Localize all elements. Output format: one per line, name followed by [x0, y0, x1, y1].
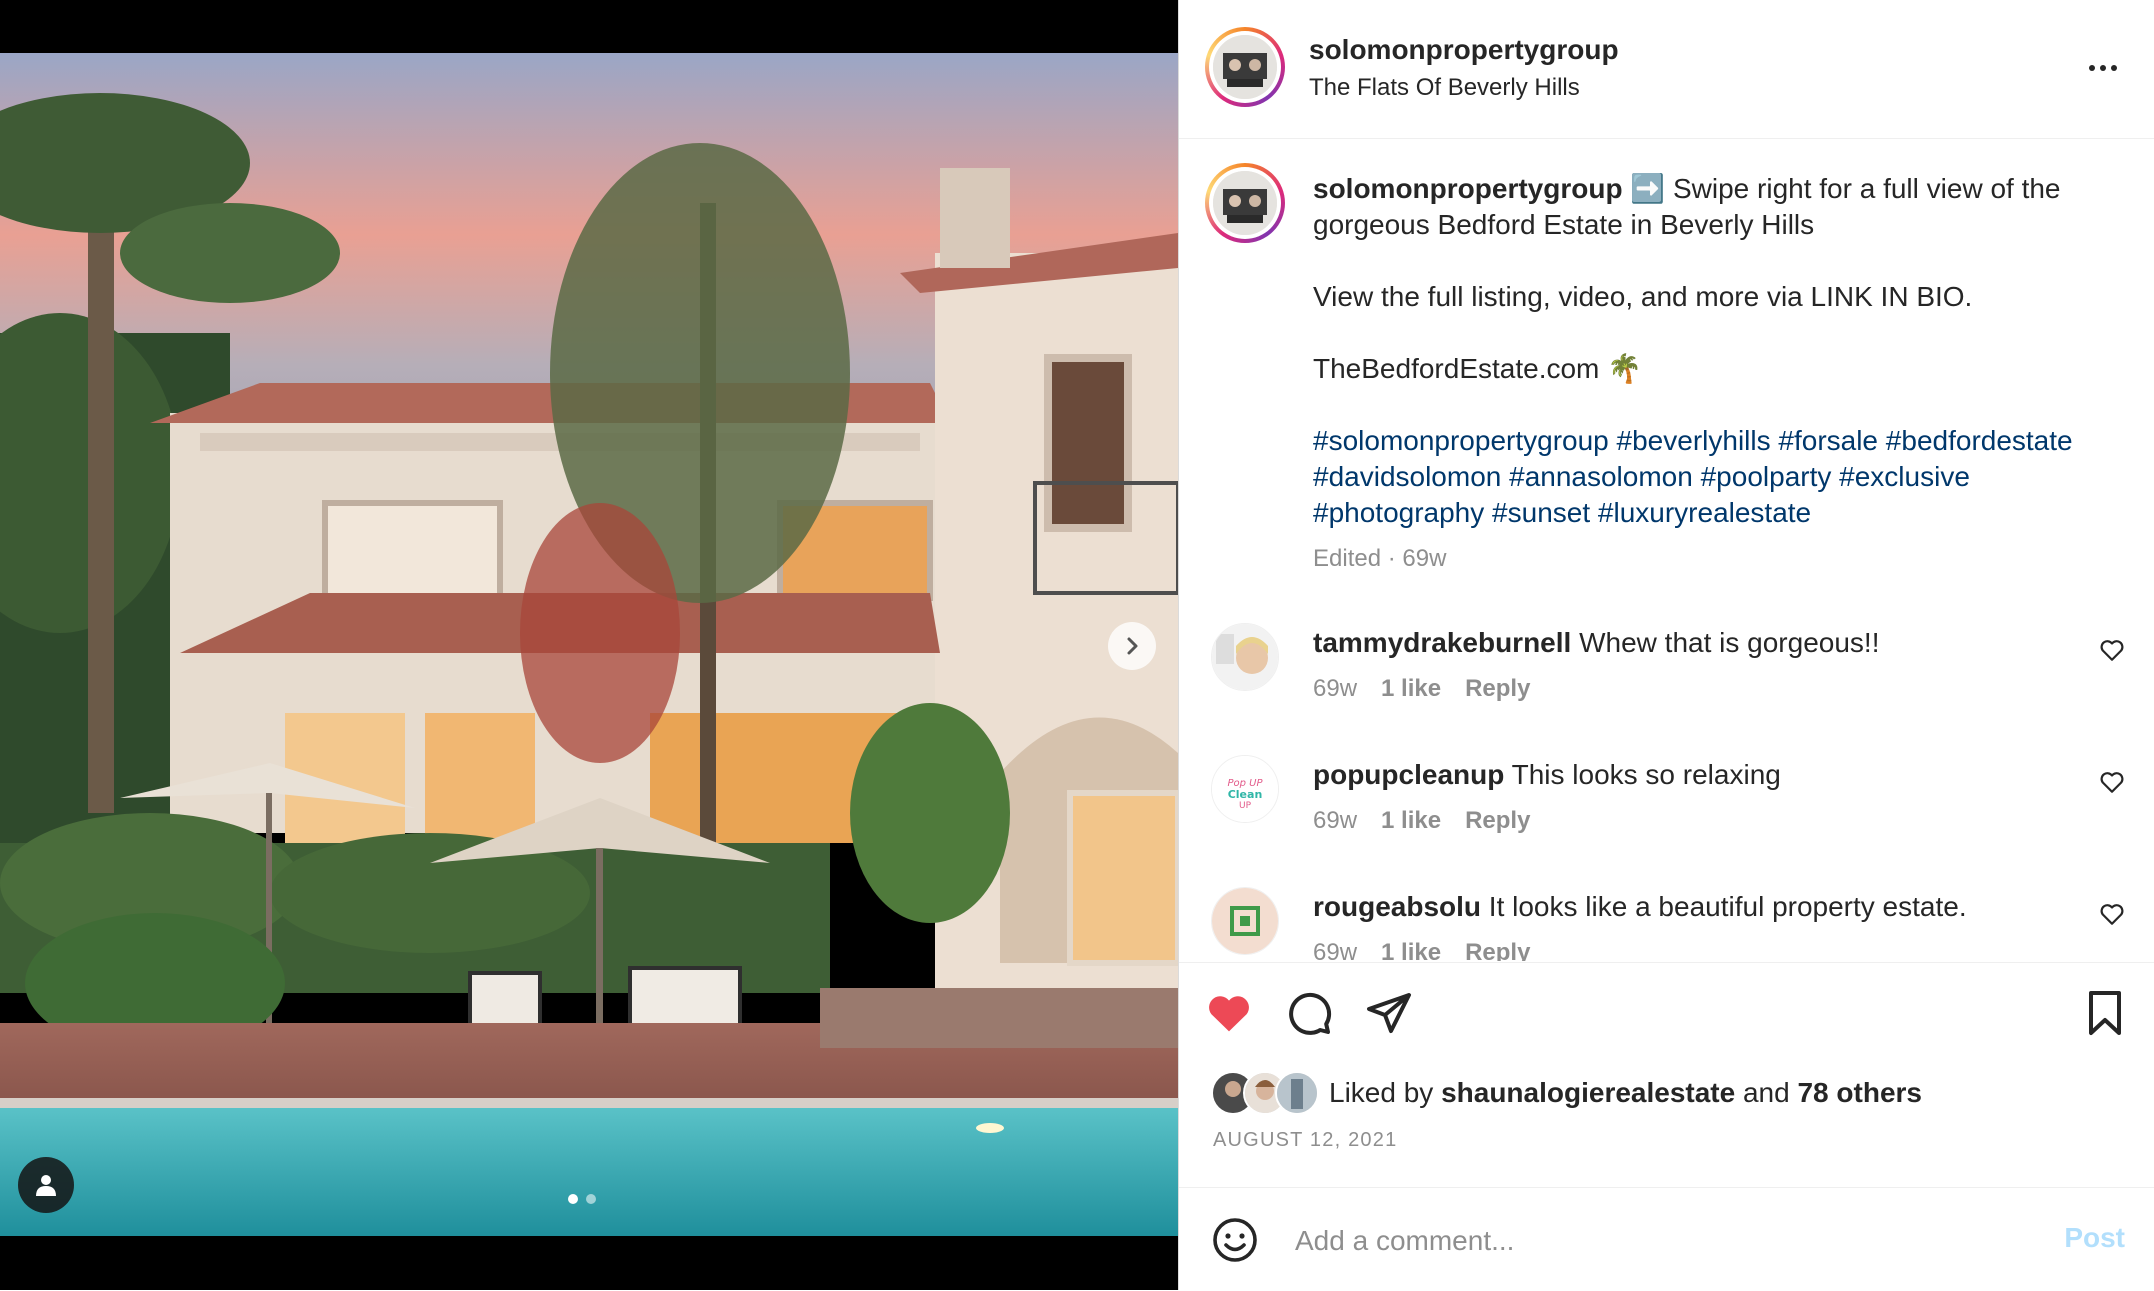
comment-age: 69w: [1313, 807, 1358, 834]
post-media: [0, 0, 1178, 1290]
save-button[interactable]: [2079, 987, 2131, 1039]
paper-plane-icon: [1367, 993, 1411, 1033]
comments-scroll-area[interactable]: solomonpropertygroup ➡️ Swipe right for …: [1179, 139, 2154, 961]
likes-others-link[interactable]: 78 others: [1797, 1077, 1922, 1108]
comment-heart-icon[interactable]: [2099, 637, 2125, 663]
post-actions: Liked by shaunalogierealestate and 78 ot…: [1179, 962, 2154, 1188]
hashtag-link[interactable]: #poolparty: [1701, 461, 1832, 492]
hashtag-link[interactable]: #bedfordestate: [1886, 425, 2073, 456]
comment-username[interactable]: popupcleanup: [1313, 759, 1504, 790]
tagged-users-button[interactable]: [18, 1157, 74, 1213]
commenter-avatar-image: [1212, 888, 1278, 954]
post-side-panel: solomonpropertygroup The Flats Of Beverl…: [1178, 0, 2154, 1290]
carousel-dot: [586, 1194, 596, 1204]
more-options-button[interactable]: [2083, 54, 2123, 82]
comment-body: It looks like a beautiful property estat…: [1488, 891, 1967, 922]
chevron-right-icon: [1127, 637, 1138, 655]
commenter-avatar-image: [1212, 624, 1278, 690]
comment-age: 69w: [1313, 939, 1358, 961]
comment-button[interactable]: [1283, 987, 1335, 1039]
add-comment-bar: Post: [1179, 1187, 2154, 1291]
comment-meta: 69w 1 like Reply: [1313, 939, 1530, 961]
commenter-avatar[interactable]: [1211, 623, 1279, 691]
comment-meta: 69w 1 like Reply: [1313, 807, 1530, 835]
reply-button[interactable]: Reply: [1465, 807, 1530, 835]
commenter-avatar[interactable]: Pop UP Clean UP: [1211, 755, 1279, 823]
arrow-emoji: ➡️: [1630, 173, 1666, 204]
comment-text: tammydrakeburnell Whew that is gorgeous!…: [1313, 625, 2053, 661]
caption-edited-time: Edited · 69w: [1313, 545, 1447, 572]
comment-icon: [1289, 992, 1332, 1035]
bookmark-icon: [2089, 991, 2121, 1035]
user-tag-icon: [36, 1175, 56, 1196]
commenter-avatar[interactable]: [1211, 887, 1279, 955]
comment-body: This looks so relaxing: [1511, 759, 1781, 790]
carousel-dot-active: [568, 1194, 578, 1204]
author-avatar[interactable]: [1205, 27, 1285, 107]
reply-button[interactable]: Reply: [1465, 939, 1530, 961]
comment-likes[interactable]: 1 like: [1381, 807, 1441, 835]
emoji-icon[interactable]: [1211, 1216, 1259, 1264]
post-date[interactable]: AUGUST 12, 2021: [1213, 1129, 1397, 1152]
house-pool-photo: [0, 53, 1178, 1236]
hashtag-link[interactable]: #annasolomon: [1509, 461, 1693, 492]
caption-hashtags: #solomonpropertygroup #beverlyhills #for…: [1313, 423, 2113, 531]
caption-avatar-image: [1213, 171, 1277, 235]
like-button[interactable]: [1203, 987, 1255, 1039]
carousel-indicator: [568, 1194, 596, 1204]
hashtag-link[interactable]: #solomonpropertygroup: [1313, 425, 1609, 456]
liker-avatar: [1275, 1071, 1319, 1115]
likes-summary: Liked by shaunalogierealestate and 78 ot…: [1211, 1071, 1922, 1115]
commenter-avatar-image: Pop UPCleanUP: [1212, 756, 1278, 822]
hashtag-link[interactable]: #forsale: [1778, 425, 1878, 456]
comment-age: 69w: [1313, 675, 1358, 702]
post-comment-button[interactable]: Post: [2064, 1222, 2125, 1254]
comment-input[interactable]: [1293, 1218, 1997, 1264]
comment-heart-icon[interactable]: [2099, 769, 2125, 795]
likes-connector: and: [1735, 1077, 1798, 1108]
svg-text:Clean: Clean: [1228, 788, 1263, 801]
author-username[interactable]: solomonpropertygroup: [1309, 34, 1619, 66]
post-location[interactable]: The Flats Of Beverly Hills: [1309, 74, 1580, 102]
hashtag-link[interactable]: #sunset: [1492, 497, 1590, 528]
likes-prefix: Liked by: [1329, 1077, 1442, 1108]
heart-icon: [1209, 996, 1249, 1032]
hashtag-link[interactable]: #photography: [1313, 497, 1484, 528]
hashtag-link[interactable]: #exclusive: [1839, 461, 1970, 492]
caption-line-3: TheBedfordEstate.com 🌴: [1313, 353, 1643, 384]
comment-meta: 69w 1 like Reply: [1313, 675, 1530, 703]
comment-heart-icon[interactable]: [2099, 901, 2125, 927]
comment-item: rougeabsolu It looks like a beautiful pr…: [1179, 883, 2154, 961]
comment-text: rougeabsolu It looks like a beautiful pr…: [1313, 889, 2053, 925]
comment-item: Pop UP Clean UP popupcleanup This looks so…: [1179, 751, 2154, 861]
liker-username[interactable]: shaunalogierealestate: [1441, 1077, 1735, 1108]
comment-text: popupcleanup This looks so relaxing: [1313, 757, 2053, 793]
more-horizontal-icon: [2089, 65, 2095, 71]
share-button[interactable]: [1363, 987, 1415, 1039]
next-photo-button[interactable]: [1108, 622, 1156, 670]
post-photo[interactable]: [0, 53, 1178, 1236]
author-avatar-image: [1213, 35, 1277, 99]
svg-text:UP: UP: [1239, 801, 1252, 811]
comment-likes[interactable]: 1 like: [1381, 939, 1441, 961]
post-caption: solomonpropertygroup ➡️ Swipe right for …: [1313, 171, 2113, 577]
hashtag-link[interactable]: #luxuryrealestate: [1598, 497, 1811, 528]
comment-body: Whew that is gorgeous!!: [1579, 627, 1880, 658]
caption-username[interactable]: solomonpropertygroup: [1313, 173, 1623, 204]
comment-username[interactable]: rougeabsolu: [1313, 891, 1481, 922]
likes-text: Liked by shaunalogierealestate and 78 ot…: [1329, 1077, 1922, 1109]
comment-item: tammydrakeburnell Whew that is gorgeous!…: [1179, 619, 2154, 729]
comment-username[interactable]: tammydrakeburnell: [1313, 627, 1571, 658]
post-header: solomonpropertygroup The Flats Of Beverl…: [1179, 0, 2154, 139]
hashtag-link[interactable]: #beverlyhills: [1617, 425, 1771, 456]
caption-line-2: View the full listing, video, and more v…: [1313, 281, 1973, 312]
reply-button[interactable]: Reply: [1465, 675, 1530, 703]
hashtag-link[interactable]: #davidsolomon: [1313, 461, 1501, 492]
caption-author-avatar[interactable]: [1205, 163, 1285, 243]
comment-likes[interactable]: 1 like: [1381, 675, 1441, 703]
